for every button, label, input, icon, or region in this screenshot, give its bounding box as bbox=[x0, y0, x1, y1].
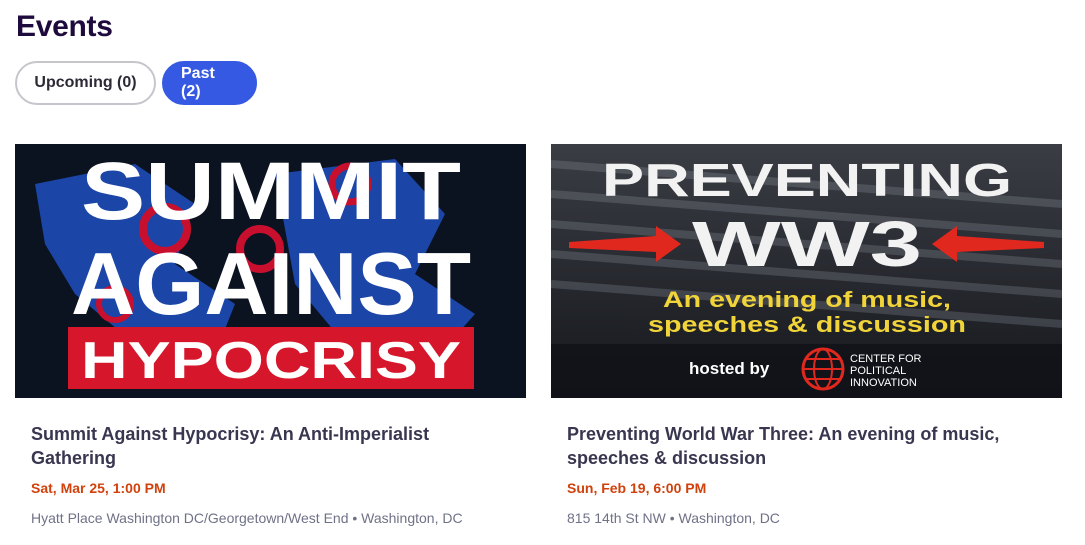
banner-line-1: PREVENTING bbox=[602, 154, 1012, 206]
banner-org-line-1: CENTER FOR bbox=[850, 353, 922, 365]
event-tabs: Upcoming (0) Past (2) bbox=[15, 61, 257, 105]
event-details: Preventing World War Three: An evening o… bbox=[551, 398, 1062, 526]
banner-line-3: An evening of music, bbox=[663, 287, 951, 312]
banner-line-3: HYPOCRISY bbox=[81, 332, 461, 390]
banner-line-2: WW3 bbox=[692, 208, 922, 280]
event-card[interactable]: PREVENTING WW3 An evening of music, spee… bbox=[551, 144, 1062, 526]
event-details: Summit Against Hypocrisy: An Anti-Imperi… bbox=[15, 398, 526, 526]
banner-line-4: speeches & discussion bbox=[648, 312, 966, 337]
event-location: Hyatt Place Washington DC/Georgetown/Wes… bbox=[31, 510, 463, 526]
event-image[interactable]: PREVENTING WW3 An evening of music, spee… bbox=[551, 144, 1062, 398]
banner-org-line-2: POLITICAL bbox=[850, 365, 906, 377]
ww3-banner: PREVENTING WW3 An evening of music, spee… bbox=[551, 144, 1062, 398]
banner-hosted-by: hosted by bbox=[689, 359, 770, 378]
event-title[interactable]: Summit Against Hypocrisy: An Anti-Imperi… bbox=[31, 422, 501, 470]
page-title: Events bbox=[16, 10, 113, 43]
banner-line-1: SUMMIT bbox=[81, 146, 461, 237]
tab-past[interactable]: Past (2) bbox=[162, 61, 257, 105]
banner-org-line-3: INNOVATION bbox=[850, 377, 917, 389]
event-card[interactable]: SUMMIT AGAINST HYPOCRISY Summit Against … bbox=[15, 144, 526, 526]
summit-banner: SUMMIT AGAINST HYPOCRISY bbox=[15, 144, 526, 398]
event-date: Sat, Mar 25, 1:00 PM bbox=[31, 480, 166, 496]
tab-upcoming[interactable]: Upcoming (0) bbox=[15, 61, 156, 105]
event-location: 815 14th St NW • Washington, DC bbox=[567, 510, 780, 526]
banner-line-2: AGAINST bbox=[71, 234, 471, 333]
event-date: Sun, Feb 19, 6:00 PM bbox=[567, 480, 707, 496]
event-title[interactable]: Preventing World War Three: An evening o… bbox=[567, 422, 1037, 470]
event-image[interactable]: SUMMIT AGAINST HYPOCRISY bbox=[15, 144, 526, 398]
